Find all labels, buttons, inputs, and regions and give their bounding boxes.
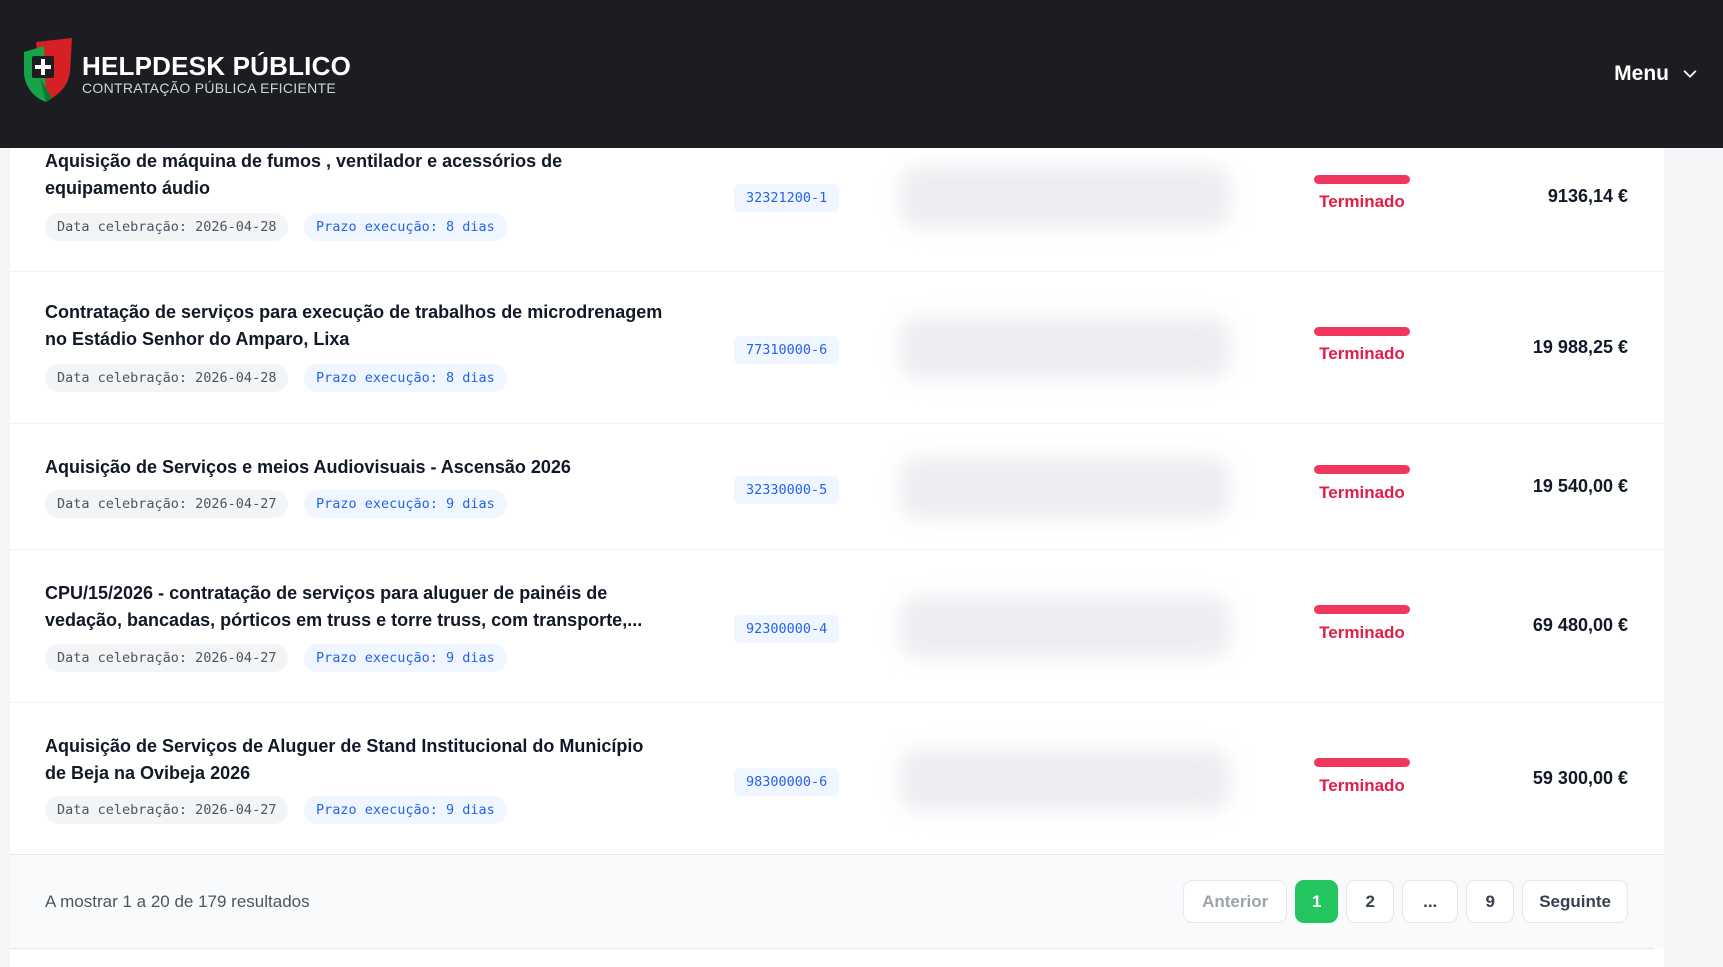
table-row[interactable]: CPU/15/2026 - contratação de serviços pa… bbox=[10, 550, 1664, 703]
status-bar bbox=[1314, 175, 1410, 184]
brand-title: HELPDESK PÚBLICO bbox=[82, 51, 352, 81]
prazo-tag: Prazo execução: 9 dias bbox=[304, 644, 507, 672]
next-page-button[interactable]: Seguinte bbox=[1522, 880, 1628, 923]
chevron-down-icon bbox=[1683, 70, 1697, 78]
status-bar bbox=[1314, 605, 1410, 614]
blurred-entity bbox=[900, 457, 1230, 519]
page-1-button[interactable]: 1 bbox=[1295, 880, 1339, 923]
status-bar bbox=[1314, 465, 1410, 474]
page-2-button[interactable]: 2 bbox=[1346, 880, 1395, 923]
blurred-entity bbox=[900, 166, 1230, 228]
date-tag: Data celebração: 2026-04-28 bbox=[45, 213, 289, 241]
date-tag: Data celebração: 2026-04-27 bbox=[45, 796, 289, 824]
top-navbar: HELPDESK PÚBLICO CONTRATAÇÃO PÚBLICA EFI… bbox=[0, 0, 1723, 148]
contract-price: 19 540,00 € bbox=[1532, 476, 1628, 496]
pagination-footer: A mostrar 1 a 20 de 179 resultados Anter… bbox=[10, 854, 1664, 948]
menu-label: Menu bbox=[1614, 62, 1669, 85]
status-badge: Terminado bbox=[1319, 192, 1405, 211]
brand-logo-link[interactable]: HELPDESK PÚBLICO CONTRATAÇÃO PÚBLICA EFI… bbox=[22, 38, 351, 110]
blurred-entity bbox=[900, 749, 1230, 811]
cpv-code: 77310000-6 bbox=[734, 336, 840, 364]
prazo-tag: Prazo execução: 8 dias bbox=[304, 213, 507, 241]
contract-title[interactable]: CPU/15/2026 - contratação de serviços pa… bbox=[45, 580, 665, 634]
contract-title[interactable]: Contratação de serviços para execução de… bbox=[45, 299, 665, 353]
contract-title[interactable]: Aquisição de Serviços de Aluguer de Stan… bbox=[45, 733, 665, 787]
contract-title[interactable]: Aquisição de máquina de fumos , ventilad… bbox=[45, 148, 665, 202]
prazo-tag: Prazo execução: 9 dias bbox=[304, 796, 507, 824]
brand-subtitle: CONTRATAÇÃO PÚBLICA EFICIENTE bbox=[82, 80, 336, 96]
status-bar bbox=[1314, 758, 1410, 767]
results-count: A mostrar 1 a 20 de 179 resultados bbox=[45, 892, 310, 911]
page-9-button[interactable]: 9 bbox=[1466, 880, 1515, 923]
table-row[interactable]: Aquisição de máquina de fumos , ventilad… bbox=[10, 148, 1664, 272]
pagination: Anterior 1 2 ... 9 Seguinte bbox=[1183, 880, 1628, 923]
blurred-entity bbox=[900, 596, 1230, 658]
table-row[interactable]: Aquisição de Serviços de Aluguer de Stan… bbox=[10, 703, 1664, 854]
blurred-entity bbox=[900, 317, 1230, 379]
helpdesk-logo-icon bbox=[24, 38, 72, 102]
table-row[interactable]: Aquisição de Serviços e meios Audiovisua… bbox=[10, 424, 1664, 550]
contract-title[interactable]: Aquisição de Serviços e meios Audiovisua… bbox=[45, 454, 665, 481]
prazo-tag: Prazo execução: 9 dias bbox=[304, 490, 507, 518]
status-badge: Terminado bbox=[1319, 776, 1405, 795]
cpv-code: 32321200-1 bbox=[734, 184, 840, 212]
status-bar bbox=[1314, 327, 1410, 336]
contract-price: 19 988,25 € bbox=[1532, 337, 1628, 357]
contract-price: 59 300,00 € bbox=[1532, 768, 1628, 788]
status-badge: Terminado bbox=[1319, 623, 1405, 642]
status-badge: Terminado bbox=[1319, 483, 1405, 502]
cpv-code: 92300000-4 bbox=[734, 615, 840, 643]
status-badge: Terminado bbox=[1319, 344, 1405, 363]
date-tag: Data celebração: 2026-04-27 bbox=[45, 490, 289, 518]
prev-page-button[interactable]: Anterior bbox=[1183, 880, 1288, 923]
contract-price: 9136,14 € bbox=[1547, 186, 1628, 206]
date-tag: Data celebração: 2026-04-27 bbox=[45, 644, 289, 672]
prazo-tag: Prazo execução: 8 dias bbox=[304, 364, 507, 392]
contract-price: 69 480,00 € bbox=[1532, 615, 1628, 635]
date-tag: Data celebração: 2026-04-28 bbox=[45, 364, 289, 392]
menu-button[interactable]: Menu bbox=[1614, 62, 1699, 86]
table-row[interactable]: Contratação de serviços para execução de… bbox=[10, 272, 1664, 424]
cpv-code: 98300000-6 bbox=[734, 768, 840, 796]
divider bbox=[10, 948, 1654, 949]
cpv-code: 32330000-5 bbox=[734, 476, 840, 504]
page-ellipsis[interactable]: ... bbox=[1402, 880, 1459, 923]
